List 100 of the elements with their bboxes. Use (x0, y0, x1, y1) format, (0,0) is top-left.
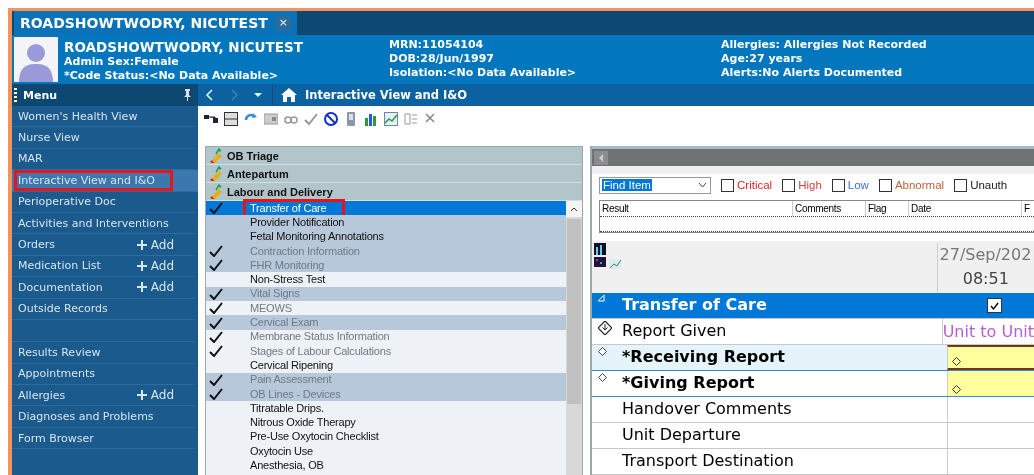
menu-item[interactable]: Results Review (12, 342, 194, 364)
scroll-left-button[interactable] (594, 150, 608, 165)
plus-icon (136, 282, 147, 293)
section-row[interactable]: Provider Notification (206, 215, 566, 230)
band-header[interactable]: Antepartum (206, 165, 582, 183)
document-icon[interactable] (344, 112, 358, 126)
menu-item-label: Diagnoses and Problems (18, 410, 155, 424)
menu-item[interactable]: Medication List Add (12, 255, 194, 278)
find-item-text: Find Item (602, 179, 652, 191)
checkmark-icon[interactable] (304, 112, 318, 126)
patient-detail: Age:27 years (721, 52, 804, 66)
patient-detail: Allergies: Allergies Not Recorded (721, 38, 927, 52)
row-label: Transport Destination (622, 450, 794, 472)
section-row[interactable]: Transfer of Care (206, 201, 566, 216)
menu-item-label: Nurse View (18, 131, 81, 145)
grip-icon (14, 88, 17, 102)
flag-label: Unauth (970, 179, 1008, 191)
flag-checkbox[interactable] (831, 178, 845, 192)
band-header[interactable]: Labour and Delivery (206, 183, 582, 201)
menu-item[interactable]: Outside Records (12, 298, 194, 320)
find-item-combo[interactable]: Find Item (599, 176, 711, 194)
band-header[interactable]: OB Triage (206, 147, 582, 165)
column-header: Comments (793, 201, 866, 216)
pencil-check-icon (209, 166, 225, 181)
menu-item[interactable]: Appointments (12, 363, 194, 386)
menu-item[interactable]: Form Browser (12, 427, 194, 450)
back-icon[interactable] (205, 89, 215, 101)
patient-tab[interactable]: ROADSHOWTWODRY, NICUTEST × (14, 11, 297, 35)
flowsheet-row[interactable]: Unit Departure (592, 423, 1034, 449)
column-header: Flag (866, 201, 909, 216)
section-label: FHR Monitoring (249, 258, 326, 272)
result-cell[interactable] (947, 345, 1034, 370)
menu-item-label: Perioperative Doc (18, 195, 117, 209)
flowsheet-row[interactable]: *Giving Report (592, 371, 1034, 397)
add-link[interactable]: Add (136, 258, 174, 273)
scroll-up-icon[interactable] (570, 206, 578, 212)
collapse-triangle-icon[interactable] (598, 295, 605, 302)
column-header: Date (909, 201, 1022, 216)
menu-item[interactable]: Allergies Add (12, 385, 194, 407)
menu-item[interactable]: Perioperative Doc (12, 191, 194, 213)
section-label: Anesthesia, OB (249, 459, 325, 472)
plus-icon (136, 390, 147, 401)
connector-icon[interactable] (204, 112, 218, 126)
diamond-icon (598, 373, 607, 382)
prohibited-icon[interactable] (324, 112, 338, 126)
flowsheet-row[interactable]: Transport Destination (592, 449, 1034, 475)
plus-icon (136, 260, 147, 271)
column-header: F (1023, 202, 1031, 216)
band-title: OB Triage (227, 149, 279, 162)
flag-checkbox[interactable] (782, 178, 796, 192)
flowsheet-row[interactable]: Handover Comments (592, 397, 1034, 423)
section-label: Transfer of Care (246, 201, 343, 215)
line-chart-icon[interactable] (384, 112, 398, 126)
section-title: Transfer of Care (622, 294, 767, 316)
home-icon[interactable] (281, 88, 297, 102)
diamond-arrow-icon (598, 321, 612, 335)
close-button[interactable]: × (275, 16, 291, 30)
add-link[interactable]: Add (136, 280, 174, 295)
patient-detail: Isolation:<No Data Available> (389, 66, 578, 80)
add-link[interactable]: Add (136, 237, 174, 252)
patient-name: ROADSHOWTWODRY, NICUTEST (64, 38, 304, 55)
menu-item[interactable]: Nurse View (12, 127, 194, 149)
dropdown-caret-icon (698, 182, 707, 188)
menu-item[interactable]: Women's Health View (12, 106, 194, 128)
flag-checkbox[interactable] (878, 178, 892, 192)
menu-item[interactable]: Activities and Interventions (12, 212, 194, 235)
menu-item-label: Results Review (18, 346, 102, 359)
menu-item[interactable]: Diagnoses and Problems (12, 406, 194, 428)
patient-detail: Alerts:No Alerts Documented (721, 66, 904, 80)
card-icon[interactable] (264, 112, 278, 126)
flowsheet-row[interactable]: Report Given Unit to Unit (592, 319, 1034, 345)
pencil-check-icon (209, 184, 225, 199)
menu-item-label: Form Browser (18, 431, 95, 445)
menu-item[interactable]: Documentation Add (12, 277, 194, 299)
menu-item-label: Documentation (18, 280, 104, 294)
flowsheet-row[interactable]: *Receiving Report (592, 345, 1034, 371)
menu-item-label: MAR (18, 152, 44, 166)
scrollbar-thumb[interactable] (567, 219, 581, 404)
patient-detail: DOB:28/Jun/1997 (389, 52, 495, 66)
row-label: Report Given (622, 320, 727, 342)
row-label: Handover Comments (622, 398, 792, 420)
section-label: Cervical Exam (249, 316, 320, 329)
section-header-row[interactable]: Transfer of Care (592, 293, 1034, 319)
section-checkbox[interactable] (987, 298, 1002, 313)
flag-checkbox[interactable] (721, 178, 734, 192)
bar-chart-icon[interactable] (364, 112, 378, 126)
pin-icon[interactable] (183, 89, 192, 101)
section-label: Fetal Monitoring Annotations (249, 230, 385, 244)
tab-title: ROADSHOWTWODRY, NICUTEST (20, 15, 268, 31)
menu-item-label: Outside Records (18, 302, 109, 316)
dropdown-caret-icon[interactable] (253, 92, 263, 98)
menu-item[interactable]: Interactive View and I&O (12, 170, 198, 192)
menu-item[interactable]: Orders Add (12, 234, 194, 256)
add-link[interactable]: Add (136, 388, 174, 403)
layout-icon[interactable] (224, 112, 238, 126)
tick-icon (990, 301, 999, 310)
section-label: MEOWS (249, 301, 293, 315)
time-label: 08:51 (962, 268, 1009, 290)
flag-checkbox[interactable] (954, 178, 968, 192)
chart-tools-icon[interactable] (594, 243, 624, 271)
